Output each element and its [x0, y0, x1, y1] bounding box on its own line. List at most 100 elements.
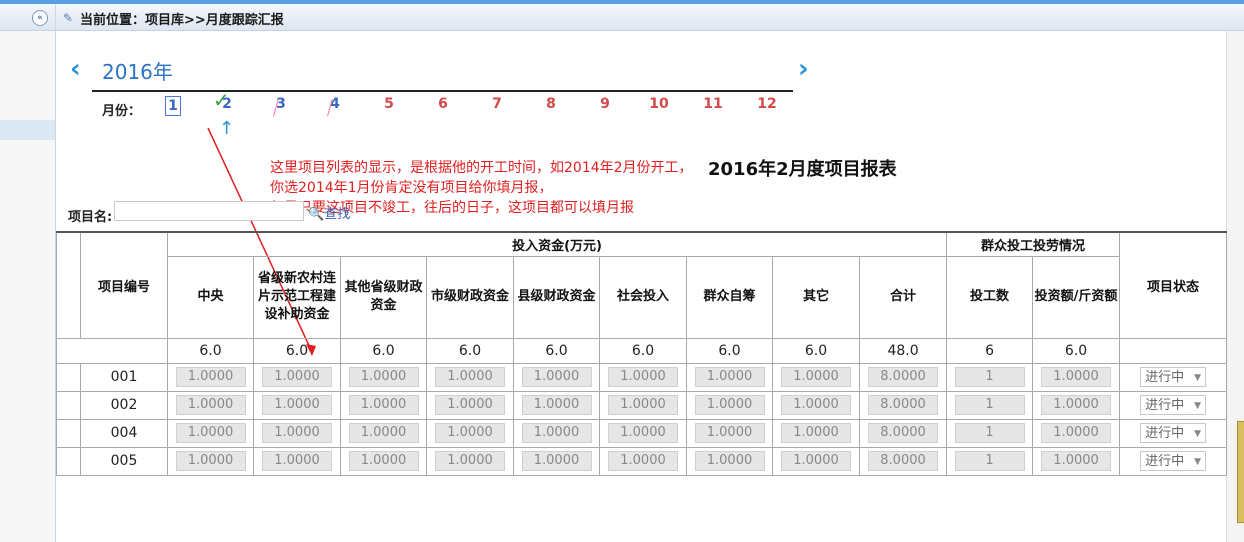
value-input[interactable]: 1.0000	[348, 395, 419, 415]
value-cell: 1.0000	[686, 418, 773, 448]
value-input[interactable]: 1.0000	[175, 451, 246, 471]
scroll-thumb[interactable]	[1237, 421, 1244, 523]
value-input[interactable]: 1.0000	[262, 367, 332, 387]
value-input[interactable]: 1.0000	[781, 423, 851, 443]
search-button[interactable]: 🔍查找	[308, 203, 350, 223]
value-input[interactable]: 1.0000	[435, 423, 505, 443]
value-input[interactable]: 1.0000	[781, 367, 851, 387]
project-code: 002	[80, 390, 168, 420]
col-project-code: 项目编号	[80, 231, 168, 339]
month-7[interactable]: 7	[482, 96, 512, 112]
magnifier-icon: 🔍	[308, 207, 325, 222]
value-input[interactable]: 1.0000	[521, 367, 592, 387]
chevron-left-icon[interactable]: ‹	[70, 56, 81, 82]
status-value: 进行中	[1145, 454, 1185, 469]
value-input[interactable]: 1.0000	[262, 423, 332, 443]
value-input[interactable]: 1.0000	[348, 451, 419, 471]
row-stub	[56, 418, 81, 448]
month-5[interactable]: 5	[374, 96, 404, 112]
status-select[interactable]: 进行中 ▼	[1140, 451, 1207, 471]
value-input[interactable]: 1.0000	[175, 423, 246, 443]
value-input[interactable]: 1.0000	[175, 367, 246, 387]
value-input[interactable]: 1.0000	[348, 367, 419, 387]
value-input[interactable]: 1.0000	[781, 451, 851, 471]
vertical-scrollbar[interactable]	[1226, 31, 1244, 542]
month-6[interactable]: 6	[428, 96, 458, 112]
chevron-down-icon: ▼	[1194, 401, 1202, 411]
sum-cell: 6.0	[513, 337, 600, 364]
value-input[interactable]: 1	[954, 451, 1025, 471]
sum-cell: 6.0	[167, 337, 254, 364]
row-stub	[56, 362, 81, 392]
double-chevron-left-icon[interactable]: «	[32, 10, 48, 26]
sidebar-selected-item[interactable]	[0, 120, 55, 140]
value-input[interactable]: 1.0000	[1041, 423, 1112, 443]
col-provincial-subsidy: 省级新农村连片示范工程建设补助资金	[253, 255, 341, 339]
value-cell: 1.0000	[513, 446, 600, 476]
value-input[interactable]: 1.0000	[521, 423, 592, 443]
value-input[interactable]: 1.0000	[608, 367, 678, 387]
edit-icon: ✎	[63, 11, 74, 25]
project-code: 001	[80, 362, 168, 392]
value-cell: 1.0000	[1032, 390, 1121, 420]
month-9[interactable]: 9	[590, 96, 620, 112]
value-input[interactable]: 1.0000	[781, 395, 851, 415]
value-cell: 1.0000	[599, 390, 687, 420]
row-stub-header	[56, 231, 81, 339]
value-input[interactable]: 1.0000	[1041, 367, 1112, 387]
value-input[interactable]: 1	[954, 423, 1025, 443]
value-cell: 1.0000	[513, 362, 600, 392]
up-arrow-icon: ↑	[219, 118, 235, 139]
month-12[interactable]: 12	[752, 96, 782, 112]
value-input[interactable]: 1.0000	[521, 451, 592, 471]
value-input[interactable]: 1.0000	[608, 395, 678, 415]
month-10[interactable]: 10	[644, 96, 674, 112]
value-input[interactable]: 1.0000	[348, 423, 419, 443]
value-input[interactable]: 1.0000	[694, 367, 765, 387]
value-input[interactable]: 8.0000	[868, 423, 939, 443]
value-input[interactable]: 1.0000	[262, 395, 332, 415]
status-value: 进行中	[1145, 398, 1185, 413]
chevron-right-icon[interactable]: ›	[798, 56, 809, 82]
value-input[interactable]: 8.0000	[868, 395, 939, 415]
status-select[interactable]: 进行中 ▼	[1140, 367, 1207, 387]
value-input[interactable]: 8.0000	[868, 451, 939, 471]
value-input[interactable]: 1.0000	[694, 395, 765, 415]
value-input[interactable]: 1.0000	[435, 395, 505, 415]
value-input[interactable]: 1	[954, 395, 1025, 415]
sum-cell: 6.0	[1032, 337, 1121, 364]
value-input[interactable]: 1.0000	[608, 451, 678, 471]
month-8[interactable]: 8	[536, 96, 566, 112]
status-select[interactable]: 进行中 ▼	[1140, 395, 1207, 415]
value-input[interactable]: 1.0000	[608, 423, 678, 443]
value-input[interactable]: 1	[954, 367, 1025, 387]
sum-status	[1119, 337, 1228, 364]
col-total: 合计	[858, 255, 948, 339]
value-input[interactable]: 1.0000	[694, 423, 765, 443]
value-input[interactable]: 8.0000	[868, 367, 939, 387]
col-other: 其它	[772, 255, 860, 339]
value-cell: 1.0000	[167, 362, 254, 392]
row-stub	[56, 390, 81, 420]
value-input[interactable]: 1.0000	[435, 367, 505, 387]
value-input[interactable]: 1.0000	[435, 451, 505, 471]
status-value: 进行中	[1145, 370, 1185, 385]
value-input[interactable]: 1.0000	[694, 451, 765, 471]
value-input[interactable]: 1.0000	[521, 395, 592, 415]
project-name-input[interactable]	[114, 201, 304, 221]
sidebar: «	[0, 4, 56, 542]
value-cell: 1.0000	[686, 362, 773, 392]
value-input[interactable]: 1.0000	[262, 451, 332, 471]
annotation-line-2: 你选2014年1月份肯定没有项目给你填月报，	[270, 180, 553, 196]
month-1[interactable]: 1	[158, 96, 188, 116]
project-code: 005	[80, 446, 168, 476]
status-value: 进行中	[1145, 426, 1185, 441]
month-11[interactable]: 11	[698, 96, 728, 112]
status-select[interactable]: 进行中 ▼	[1140, 423, 1207, 443]
value-input[interactable]: 1.0000	[175, 395, 246, 415]
project-code: 004	[80, 418, 168, 448]
sum-cell: 6	[946, 337, 1034, 364]
value-input[interactable]: 1.0000	[1041, 451, 1112, 471]
value-input[interactable]: 1.0000	[1041, 395, 1112, 415]
value-cell: 1.0000	[426, 418, 514, 448]
